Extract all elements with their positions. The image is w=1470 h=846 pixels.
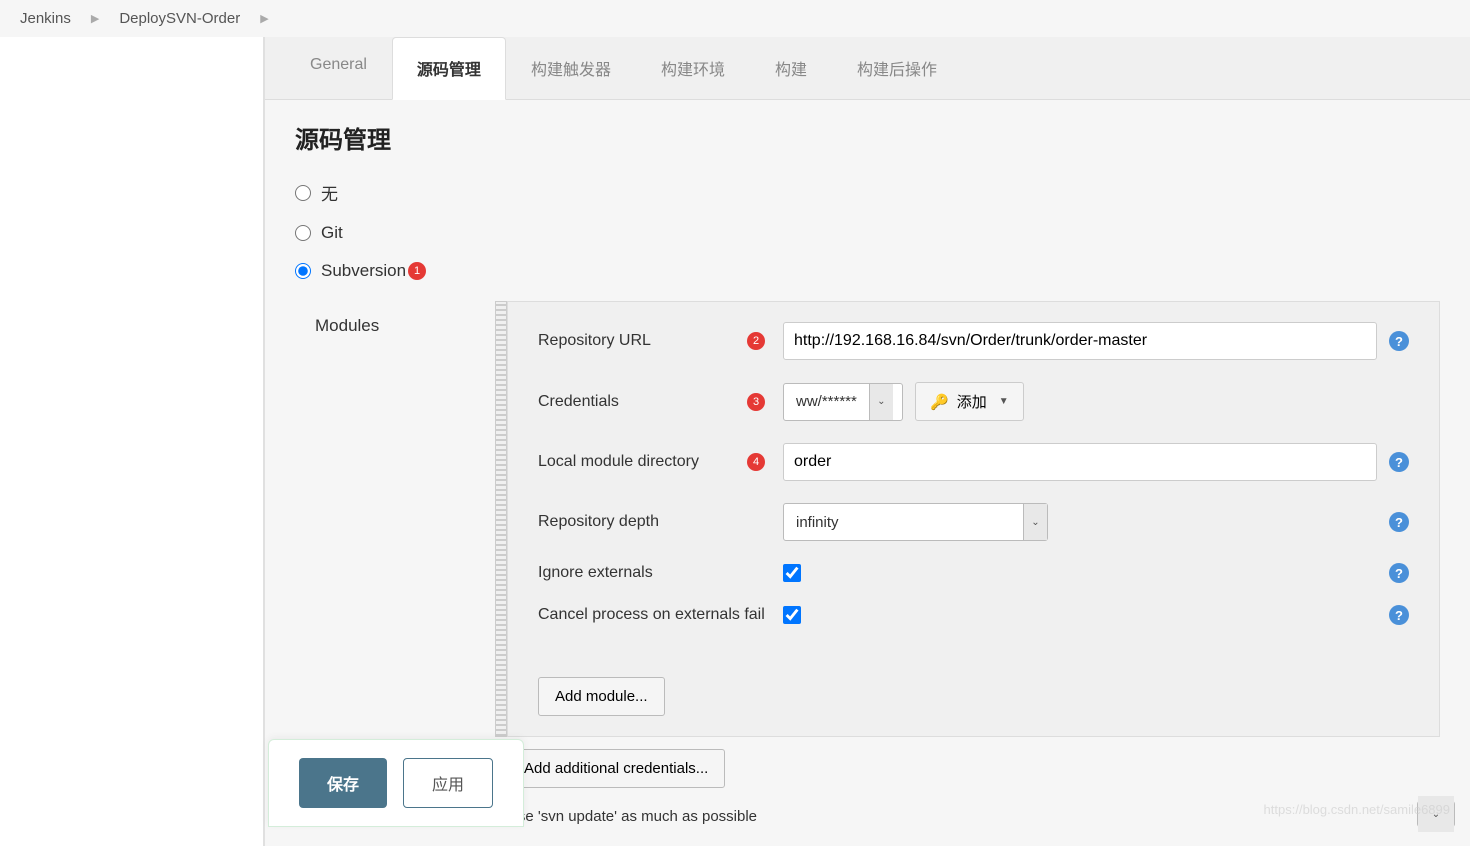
chevron-down-icon: ⌄ <box>1023 504 1047 540</box>
tab-trigger[interactable]: 构建触发器 <box>506 37 636 99</box>
drag-handle[interactable] <box>495 301 507 737</box>
repo-depth-label: Repository depth <box>538 513 659 531</box>
help-icon[interactable]: ? <box>1389 331 1409 351</box>
help-icon[interactable]: ? <box>1389 605 1409 625</box>
tab-post[interactable]: 构建后操作 <box>832 37 962 99</box>
chevron-down-icon: ⌄ <box>869 384 893 420</box>
scm-radio-group: 无 Git Subversion 1 <box>295 180 1440 281</box>
local-dir-label: Local module directory <box>538 453 699 471</box>
radio-git-label[interactable]: Git <box>321 223 343 243</box>
cancel-externals-label: Cancel process on externals fail <box>538 606 765 624</box>
repo-url-input[interactable] <box>783 322 1377 360</box>
add-additional-credentials-button[interactable]: Add additional credentials... <box>507 749 725 788</box>
breadcrumb-item[interactable]: DeploySVN-Order <box>119 10 240 27</box>
key-icon: 🔑 <box>930 393 949 411</box>
help-icon[interactable]: ? <box>1389 452 1409 472</box>
tab-build[interactable]: 构建 <box>750 37 832 99</box>
repo-depth-value: infinity <box>784 514 1023 531</box>
add-credentials-button[interactable]: 🔑 添加 ▼ <box>915 382 1024 421</box>
breadcrumb-root[interactable]: Jenkins <box>20 10 71 27</box>
modules-label: Modules <box>295 301 495 737</box>
main-content: General 源码管理 构建触发器 构建环境 构建 构建后操作 源码管理 无 … <box>265 37 1470 846</box>
save-button[interactable]: 保存 <box>299 758 387 808</box>
tab-scm[interactable]: 源码管理 <box>392 37 506 100</box>
ignore-externals-label: Ignore externals <box>538 564 653 582</box>
radio-subversion-label[interactable]: Subversion <box>321 261 406 281</box>
radio-git[interactable] <box>295 225 311 241</box>
ignore-externals-checkbox[interactable] <box>783 564 801 582</box>
module-body: Repository URL 2 ? Credentials 3 <box>507 301 1440 737</box>
badge-4: 4 <box>747 453 765 471</box>
tab-env[interactable]: 构建环境 <box>636 37 750 99</box>
cancel-externals-checkbox[interactable] <box>783 606 801 624</box>
radio-none[interactable] <box>295 185 311 201</box>
caret-down-icon: ▼ <box>999 396 1009 407</box>
checkout-strategy-value: Use 'svn update' as much as possible <box>507 808 757 825</box>
left-sidebar <box>0 37 265 846</box>
repo-url-label: Repository URL <box>538 332 651 350</box>
tab-bar: General 源码管理 构建触发器 构建环境 构建 构建后操作 <box>265 37 1470 100</box>
local-dir-input[interactable] <box>783 443 1377 481</box>
repo-depth-select[interactable]: infinity ⌄ <box>783 503 1048 541</box>
credentials-select[interactable]: ww/****** ⌄ <box>783 383 903 421</box>
chevron-right-icon: ▶ <box>91 12 99 25</box>
radio-subversion[interactable] <box>295 263 311 279</box>
chevron-right-icon: ▶ <box>260 12 268 25</box>
badge-1: 1 <box>408 262 426 280</box>
footer-bar: 保存 应用 <box>268 739 524 827</box>
apply-button[interactable]: 应用 <box>403 758 493 808</box>
credentials-label: Credentials <box>538 393 619 411</box>
add-module-button[interactable]: Add module... <box>538 677 665 716</box>
watermark: https://blog.csdn.net/samile6899 <box>1264 802 1450 817</box>
breadcrumb: Jenkins ▶ DeploySVN-Order ▶ <box>0 0 1470 37</box>
badge-2: 2 <box>747 332 765 350</box>
help-icon[interactable]: ? <box>1389 563 1409 583</box>
radio-none-label[interactable]: 无 <box>321 180 338 205</box>
badge-3: 3 <box>747 393 765 411</box>
add-button-label: 添加 <box>957 391 987 412</box>
help-icon[interactable]: ? <box>1389 512 1409 532</box>
section-title: 源码管理 <box>295 120 1440 155</box>
tab-general[interactable]: General <box>285 37 392 99</box>
credentials-value: ww/****** <box>784 393 869 410</box>
